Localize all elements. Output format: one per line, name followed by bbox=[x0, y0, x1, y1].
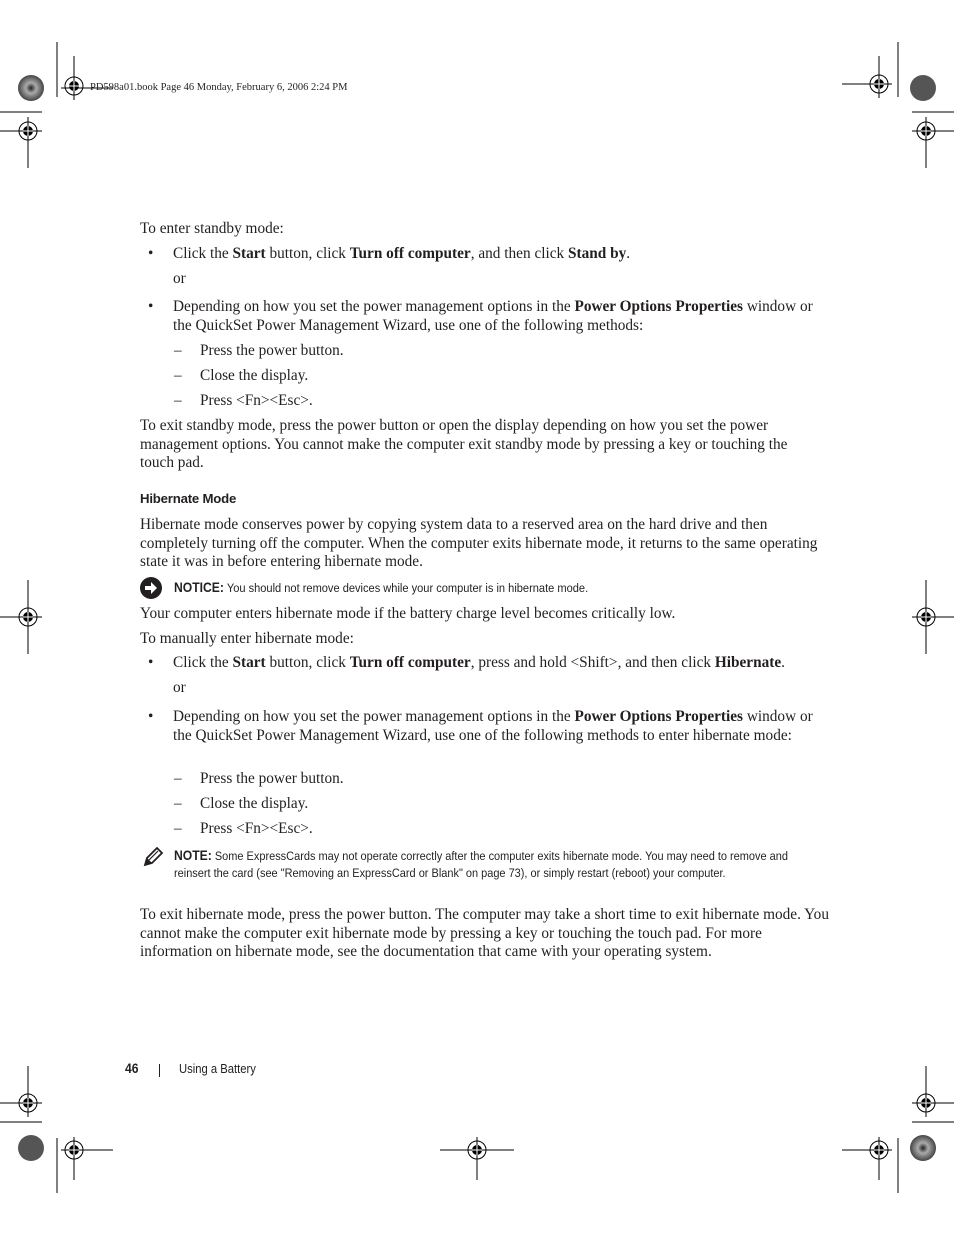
ui-term-hibernate: Hibernate bbox=[714, 654, 782, 671]
manual-hibernate-intro: To manually enter hibernate mode: bbox=[140, 630, 354, 647]
bullet-icon: • bbox=[148, 245, 154, 262]
dash-icon: – bbox=[174, 392, 182, 409]
starburst-mark-top-right bbox=[910, 75, 936, 101]
notice-text: You should not remove devices while your… bbox=[223, 581, 589, 595]
footer-separator bbox=[159, 1064, 160, 1077]
ui-term-start: Start bbox=[232, 245, 266, 262]
bullet-text: Depending on how you set the power manag… bbox=[173, 298, 813, 334]
note-pencil-icon bbox=[143, 847, 163, 867]
notice-label: NOTICE: bbox=[174, 580, 224, 595]
page-number: 46 bbox=[125, 1061, 139, 1076]
bullet-text: Depending on how you set the power manag… bbox=[173, 708, 813, 744]
footer-section-title: Using a Battery bbox=[179, 1062, 256, 1076]
bullet-text: Click the Start button, click Turn off c… bbox=[173, 245, 631, 262]
dash-icon: – bbox=[174, 795, 182, 812]
starburst-mark-bottom-right bbox=[910, 1135, 936, 1161]
notice-arrow-icon bbox=[140, 577, 162, 599]
standby-exit-paragraph: To exit standby mode, press the power bu… bbox=[140, 417, 788, 472]
dash-icon: – bbox=[174, 342, 182, 359]
hibernate-or: or bbox=[173, 679, 186, 696]
hibernate-exit-paragraph: To exit hibernate mode, press the power … bbox=[140, 906, 829, 961]
bullet-icon: • bbox=[148, 298, 154, 315]
battery-low-paragraph: Your computer enters hibernate mode if t… bbox=[140, 605, 676, 622]
dash-icon: – bbox=[174, 770, 182, 787]
ui-term-power-options-properties: Power Options Properties bbox=[574, 298, 743, 315]
bullet-icon: • bbox=[148, 708, 154, 725]
hibernate-intro: Hibernate mode conserves power by copyin… bbox=[140, 516, 818, 571]
ui-term-stand-by: Stand by bbox=[568, 245, 627, 262]
ui-term-turn-off-computer: Turn off computer bbox=[349, 245, 471, 262]
starburst-mark-bottom-left bbox=[18, 1135, 44, 1161]
section-heading-hibernate: Hibernate Mode bbox=[140, 491, 237, 506]
bullet-text: Click the Start button, click Turn off c… bbox=[173, 654, 785, 671]
standby-or: or bbox=[173, 270, 186, 287]
starburst-mark-top-left bbox=[18, 75, 44, 101]
ui-term-start: Start bbox=[232, 654, 266, 671]
bullet-icon: • bbox=[148, 654, 154, 671]
note-text: Some ExpressCards may not operate correc… bbox=[174, 849, 788, 881]
ui-term-power-options-properties: Power Options Properties bbox=[574, 708, 743, 725]
dash-icon: – bbox=[174, 820, 182, 837]
dash-icon: – bbox=[174, 367, 182, 384]
standby-intro: To enter standby mode: bbox=[140, 220, 284, 237]
print-slug: PD598a01.book Page 46 Monday, February 6… bbox=[90, 82, 348, 93]
note-label: NOTE: bbox=[174, 848, 212, 863]
ui-term-turn-off-computer: Turn off computer bbox=[349, 654, 471, 671]
